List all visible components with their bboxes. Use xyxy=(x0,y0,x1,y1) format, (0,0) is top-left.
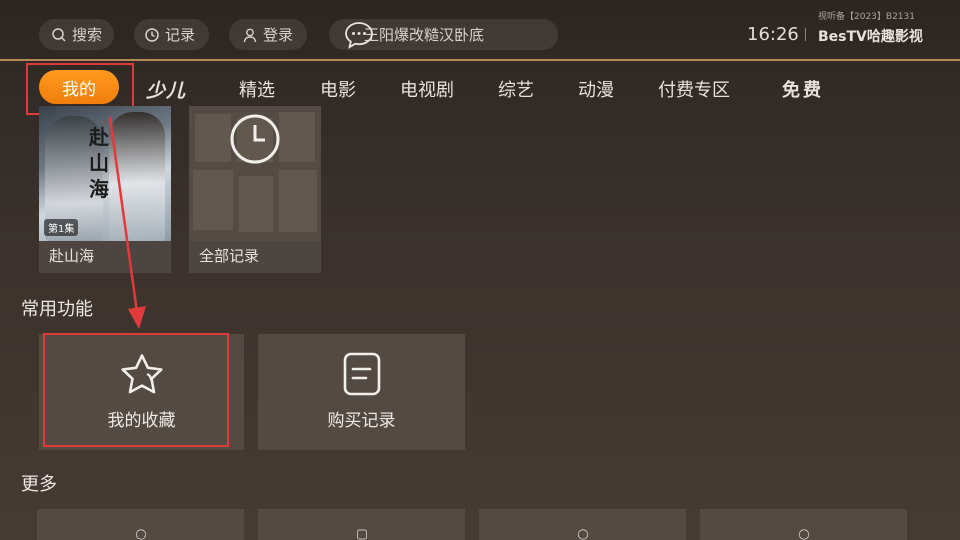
clock-icon xyxy=(230,114,280,164)
all-history-card[interactable]: 全部记录 xyxy=(189,106,321,273)
header-separator xyxy=(805,28,806,41)
license-text: 视听备【2023】B2131 xyxy=(818,12,915,22)
marquee-text: 王阳爆改糙汉卧底 xyxy=(364,26,485,44)
tab-paid-zone[interactable]: 付费专区 xyxy=(658,76,730,102)
login-label: 登录 xyxy=(263,26,294,44)
episode-badge: 第1集 xyxy=(44,219,79,236)
user-icon xyxy=(243,28,257,42)
tab-variety[interactable]: 综艺 xyxy=(498,76,534,102)
document-icon xyxy=(343,352,380,396)
square-icon xyxy=(356,529,367,540)
search-label: 搜索 xyxy=(72,26,103,44)
header-divider xyxy=(0,59,960,61)
more-tile[interactable] xyxy=(37,509,244,540)
brand-logo: BesTV哈趣影视 xyxy=(818,29,923,45)
history-card-fushanhai[interactable]: 赴山海 第1集 赴山海 xyxy=(39,106,171,273)
more-tile[interactable] xyxy=(700,509,907,540)
clock-time: 16:26 xyxy=(747,24,799,45)
purchase-history-label: 购买记录 xyxy=(327,411,396,431)
clock-icon xyxy=(145,27,159,42)
history-label: 记录 xyxy=(165,26,196,44)
more-tile[interactable] xyxy=(479,509,686,540)
tab-tv-series[interactable]: 电视剧 xyxy=(400,76,454,102)
login-button[interactable]: 登录 xyxy=(229,19,307,50)
purchase-history-button[interactable]: 购买记录 xyxy=(258,334,465,450)
section-title-more: 更多 xyxy=(21,474,57,495)
tab-featured[interactable]: 精选 xyxy=(239,76,275,102)
tab-movies[interactable]: 电影 xyxy=(320,76,356,102)
section-title-common: 常用功能 xyxy=(21,299,93,320)
chat-bubble-icon xyxy=(345,22,373,49)
search-button[interactable]: 搜索 xyxy=(39,19,114,50)
poster-calligraphy: 赴山海 xyxy=(89,125,109,201)
circle-icon xyxy=(135,529,146,540)
tab-kids[interactable]: 少儿 xyxy=(146,76,186,103)
circle-icon xyxy=(798,529,809,540)
all-history-title: 全部记录 xyxy=(199,247,260,265)
more-tile[interactable] xyxy=(258,509,465,540)
poster-figure-right xyxy=(109,112,165,241)
tab-anime[interactable]: 动漫 xyxy=(578,76,614,102)
circle-icon xyxy=(577,529,588,540)
search-icon xyxy=(52,27,66,42)
history-button[interactable]: 记录 xyxy=(134,19,209,50)
annotation-box-favorites xyxy=(43,333,229,447)
history-card-title: 赴山海 xyxy=(49,247,95,265)
poster-image: 赴山海 第1集 xyxy=(39,106,171,241)
tab-free[interactable]: 免费 xyxy=(782,76,824,102)
